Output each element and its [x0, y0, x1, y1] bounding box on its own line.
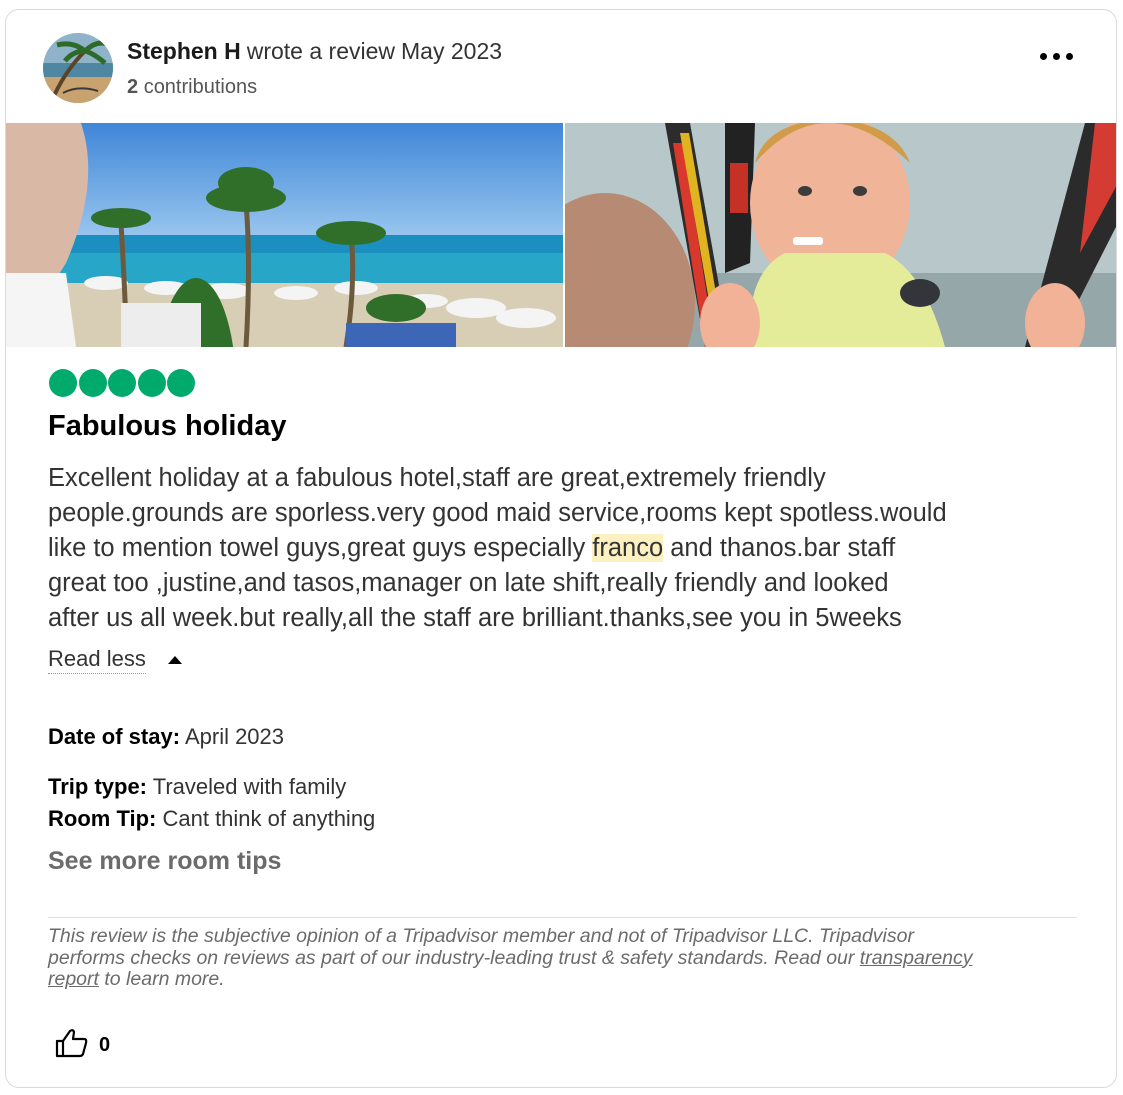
room-tip-label: Room Tip: — [48, 806, 157, 831]
disclaimer-line: This review is the subjective opinion of… — [48, 925, 914, 947]
contributions-count: 2 — [127, 76, 139, 98]
highlighted-keyword: franco — [592, 534, 664, 562]
thumbs-up-icon — [55, 1028, 89, 1063]
rating-bubble-icon — [49, 369, 77, 397]
rating-bubbles — [49, 369, 195, 397]
caret-up-icon[interactable] — [168, 656, 182, 664]
trip-type-value: Traveled with family — [152, 774, 347, 799]
rating-bubble-icon — [167, 369, 195, 397]
helpful-vote-button[interactable]: 0 — [55, 1028, 110, 1063]
room-tip-value: Cant think of anything — [162, 806, 376, 831]
room-tip: Room Tip: Cant think of anything — [48, 806, 375, 832]
review-body-line: great too ,justine,and tasos,manager on … — [48, 569, 889, 597]
author-name[interactable]: Stephen H — [127, 38, 241, 64]
transparency-report-link[interactable]: transparency — [860, 947, 973, 969]
review-disclaimer: This review is the subjective opinion of… — [48, 925, 1088, 991]
review-date: May 2023 — [401, 38, 503, 64]
trip-type: Trip type: Traveled with family — [48, 774, 346, 800]
review-body-line: Excellent holiday at a fabulous hotel,st… — [48, 464, 826, 492]
avatar[interactable] — [43, 33, 113, 103]
review-body-text: and thanos.bar staff — [663, 534, 896, 562]
disclaimer-line: report to learn more. — [48, 968, 1088, 991]
review-body-line: people.grounds are sporless.very good ma… — [48, 499, 947, 527]
review-card: Stephen Hwrote a review May 2023 2 contri… — [5, 9, 1117, 1088]
review-body-line: after us all week.but really,all the sta… — [48, 604, 902, 632]
rating-bubble-icon — [78, 369, 107, 397]
rating-bubble-icon — [137, 369, 166, 397]
review-photo-boy[interactable] — [565, 123, 1116, 347]
author-line: Stephen Hwrote a review May 2023 — [127, 38, 502, 65]
disclaimer-text: to learn more. — [98, 968, 225, 990]
review-title: Fabulous holiday — [48, 410, 287, 442]
review-body: Excellent holiday at a fabulous hotel,st… — [48, 461, 1088, 636]
trip-type-label: Trip type: — [48, 774, 148, 799]
review-body-line: like to mention towel guys,great guys es… — [48, 531, 1088, 566]
more-options-button[interactable] — [1036, 44, 1076, 68]
review-action: wrote a review — [246, 38, 396, 64]
contributions: 2 contributions — [127, 76, 257, 99]
disclaimer-text: performs checks on reviews as part of ou… — [48, 946, 860, 969]
contributions-label: contributions — [143, 76, 258, 98]
read-less-button[interactable]: Read less — [48, 646, 146, 674]
transparency-report-link[interactable]: report — [48, 968, 99, 990]
date-of-stay: Date of stay: April 2023 — [48, 724, 284, 750]
review-body-text: like to mention towel guys,great guys es… — [48, 534, 593, 562]
review-photo-beach[interactable] — [6, 123, 563, 347]
divider — [48, 917, 1077, 918]
date-of-stay-value: April 2023 — [184, 724, 285, 749]
date-of-stay-label: Date of stay: — [48, 724, 181, 749]
disclaimer-line: performs checks on reviews as part of ou… — [48, 946, 1088, 970]
helpful-vote-count: 0 — [99, 1034, 111, 1056]
more-options-icon — [1039, 52, 1073, 60]
see-more-room-tips-button[interactable]: See more room tips — [48, 847, 281, 876]
rating-bubble-icon — [108, 369, 136, 397]
